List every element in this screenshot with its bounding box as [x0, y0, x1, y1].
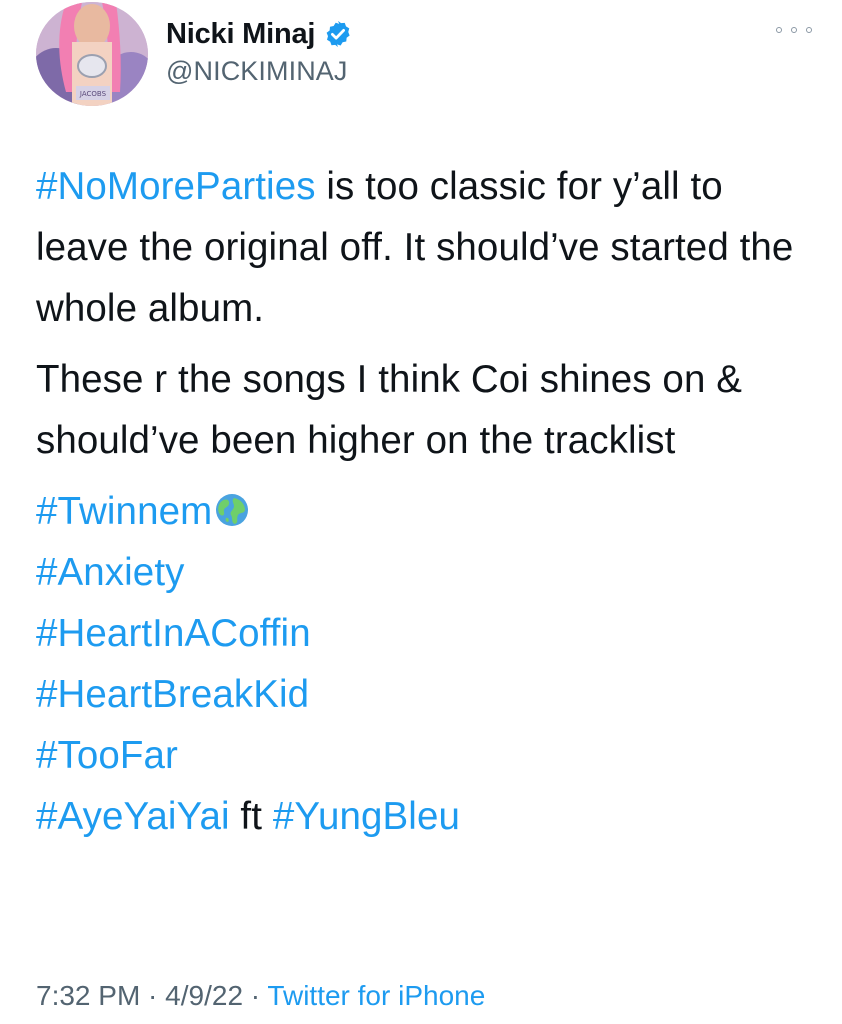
- tweet-metadata: 7:32 PM · 4/9/22 · Twitter for iPhone: [36, 980, 485, 1012]
- author-name-row[interactable]: Nicki Minaj: [166, 14, 353, 54]
- hashtag-line-anxiety: #Anxiety: [36, 542, 826, 603]
- author-display-name[interactable]: Nicki Minaj: [166, 18, 315, 51]
- more-dot-1: [776, 27, 782, 33]
- hashtag-list: #Twinnem #Anxiety #HeartInACoffin #Heart…: [36, 481, 826, 847]
- svg-text:JACOBS: JACOBS: [79, 90, 107, 98]
- hashtag-yung-bleu[interactable]: #YungBleu: [273, 795, 460, 838]
- meta-separator: ·: [243, 980, 268, 1011]
- hashtag-twinnem[interactable]: #Twinnem: [36, 490, 212, 533]
- avatar[interactable]: JACOBS: [36, 2, 148, 106]
- hashtag-line-aye-yai-yai: #AyeYaiYai ft #YungBleu: [36, 786, 826, 847]
- tweet-text: #NoMoreParties is too classic for y’all …: [36, 156, 826, 847]
- hashtag-anxiety[interactable]: #Anxiety: [36, 551, 184, 594]
- verified-badge-icon: [323, 19, 353, 49]
- hashtag-line-heart-in-a-coffin: #HeartInACoffin: [36, 603, 826, 664]
- hashtag-aye-yai-yai[interactable]: #AyeYaiYai: [36, 795, 230, 838]
- hashtag-heart-break-kid[interactable]: #HeartBreakKid: [36, 673, 309, 716]
- more-dot-3: [806, 27, 812, 33]
- hashtag-line-heart-break-kid: #HeartBreakKid: [36, 664, 826, 725]
- more-dot-2: [791, 27, 797, 33]
- hashtag-line-twinnem: #Twinnem: [36, 481, 826, 542]
- featuring-text: ft: [229, 795, 273, 838]
- meta-separator: ·: [140, 980, 166, 1011]
- tweet: JACOBS Nicki Minaj @NICKIMINAJ #NoMorePa…: [0, 0, 842, 1024]
- hashtag-too-far[interactable]: #TooFar: [36, 734, 178, 777]
- hashtag-heart-in-a-coffin[interactable]: #HeartInACoffin: [36, 612, 311, 655]
- more-options-icon[interactable]: [776, 20, 812, 40]
- author-handle[interactable]: @NICKIMINAJ: [166, 56, 348, 87]
- tweet-time[interactable]: 7:32 PM: [36, 980, 140, 1011]
- hashtag-line-too-far: #TooFar: [36, 725, 826, 786]
- tweet-source-link[interactable]: Twitter for iPhone: [267, 980, 485, 1011]
- tweet-date[interactable]: 4/9/22: [165, 980, 243, 1011]
- tweet-paragraph-2: These r the songs I think Coi shines on …: [36, 358, 743, 462]
- earth-globe-emoji-icon: [214, 485, 250, 526]
- hashtag-no-more-parties[interactable]: #NoMoreParties: [36, 165, 316, 208]
- tweet-paragraph-1: #NoMoreParties is too classic for y’all …: [36, 156, 826, 339]
